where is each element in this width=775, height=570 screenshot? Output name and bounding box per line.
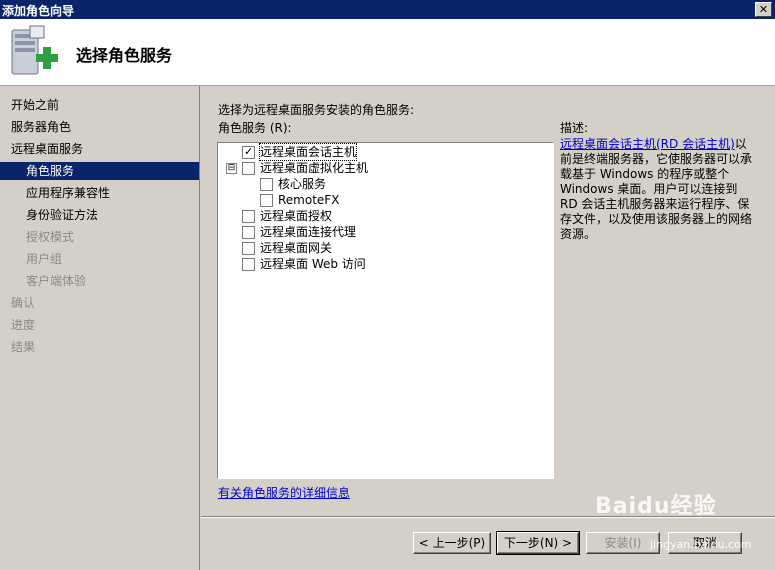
nav-item[interactable]: 进度 xyxy=(0,316,199,334)
nav-item-label: 服务器角色 xyxy=(11,120,72,134)
service-row[interactable]: ⊟ 远程桌面虚拟化主机 xyxy=(218,160,551,176)
nav-item[interactable]: 开始之前 xyxy=(0,96,199,114)
service-row[interactable]: 远程桌面授权 xyxy=(218,208,551,224)
service-checkbox[interactable] xyxy=(242,242,255,255)
page-title: 选择角色服务 xyxy=(76,46,173,65)
nav-item[interactable]: 远程桌面服务 xyxy=(0,140,199,158)
title-bar: 添加角色向导 ✕ xyxy=(0,0,775,19)
service-checkbox[interactable] xyxy=(242,210,255,223)
service-row[interactable]: 核心服务 xyxy=(218,176,551,192)
nav-item-label: 确认 xyxy=(11,296,36,310)
service-checkbox[interactable] xyxy=(242,226,255,239)
service-label: 远程桌面网关 xyxy=(260,241,333,255)
nav-item-label: 授权模式 xyxy=(26,230,75,244)
nav-item-label: 用户组 xyxy=(26,252,63,266)
nav-item[interactable]: 客户端体验 xyxy=(0,272,199,290)
service-checkbox[interactable] xyxy=(260,178,273,191)
wizard-nav: 开始之前服务器角色远程桌面服务 角色服务应用程序兼容性 身份验证方法 授权模式用户组客… xyxy=(0,86,200,570)
service-label: 核心服务 xyxy=(278,177,327,191)
wizard-header: 选择角色服务 xyxy=(0,19,775,86)
instruction-text: 选择为远程桌面服务安装的角色服务: xyxy=(218,103,415,117)
role-services-list[interactable]: 远程桌面会话主机⊟远程桌面虚拟化主机核心服务RemoteFX远程桌面授权远程桌面… xyxy=(217,142,554,479)
nav-item-label: 角色服务 xyxy=(26,164,75,178)
service-row[interactable]: 远程桌面网关 xyxy=(218,240,551,256)
service-label: 远程桌面会话主机 xyxy=(258,143,358,161)
service-label: 远程桌面 Web 访问 xyxy=(260,257,366,271)
next-button[interactable]: 下一步(N) > xyxy=(496,531,580,555)
nav-item-label: 开始之前 xyxy=(11,98,60,112)
nav-item[interactable]: 角色服务 xyxy=(0,162,199,180)
watermark-logo: Baidu经验 xyxy=(595,494,717,519)
service-checkbox[interactable] xyxy=(242,144,255,160)
service-checkbox[interactable] xyxy=(260,194,273,207)
nav-item[interactable]: 确认 xyxy=(0,294,199,312)
nav-item[interactable]: 服务器角色 xyxy=(0,118,199,136)
description-text: 以前是终端服务器，它使服务器可以承载基于 Windows 的程序或整个 Wind… xyxy=(560,137,753,241)
nav-item[interactable]: 授权模式 xyxy=(0,228,199,246)
nav-item-label: 应用程序兼容性 xyxy=(26,186,111,200)
service-row[interactable]: 远程桌面会话主机 xyxy=(218,143,551,161)
close-button[interactable]: ✕ xyxy=(755,2,772,17)
service-row[interactable]: 远程桌面 Web 访问 xyxy=(218,256,551,272)
description-link[interactable]: 远程桌面会话主机(RD 会话主机) xyxy=(560,137,735,151)
nav-item[interactable]: 应用程序兼容性 xyxy=(0,184,199,202)
nav-item-label: 身份验证方法 xyxy=(26,208,99,222)
nav-item[interactable]: 身份验证方法 xyxy=(0,206,199,224)
nav-item-label: 远程桌面服务 xyxy=(11,142,84,156)
list-label: 角色服务 (R): xyxy=(218,121,292,135)
nav-item-label: 进度 xyxy=(11,318,36,332)
service-checkbox[interactable] xyxy=(242,162,255,175)
service-row[interactable]: RemoteFX xyxy=(218,192,551,208)
service-label: 远程桌面授权 xyxy=(260,209,333,223)
nav-item[interactable]: 用户组 xyxy=(0,250,199,268)
install-button[interactable]: 安装(I) xyxy=(586,532,660,554)
nav-item-label: 客户端体验 xyxy=(26,274,87,288)
watermark-url: jingyan.baidu.com xyxy=(650,538,752,551)
collapse-toggle-icon[interactable]: ⊟ xyxy=(226,163,237,174)
service-label: 远程桌面虚拟化主机 xyxy=(260,161,369,175)
window-title: 添加角色向导 xyxy=(2,4,75,18)
service-row[interactable]: 远程桌面连接代理 xyxy=(218,224,551,240)
nav-item-label: 结果 xyxy=(11,340,36,354)
back-button[interactable]: < 上一步(P) xyxy=(413,532,491,554)
more-info-link[interactable]: 有关角色服务的详细信息 xyxy=(218,484,350,501)
description: 远程桌面会话主机(RD 会话主机)以前是终端服务器，它使服务器可以承载基于 Wi… xyxy=(560,137,755,242)
server-add-icon xyxy=(11,25,58,75)
service-label: RemoteFX xyxy=(278,193,340,207)
service-checkbox[interactable] xyxy=(242,258,255,271)
nav-item[interactable]: 结果 xyxy=(0,338,199,356)
description-title: 描述: xyxy=(560,121,589,135)
service-label: 远程桌面连接代理 xyxy=(260,225,357,239)
